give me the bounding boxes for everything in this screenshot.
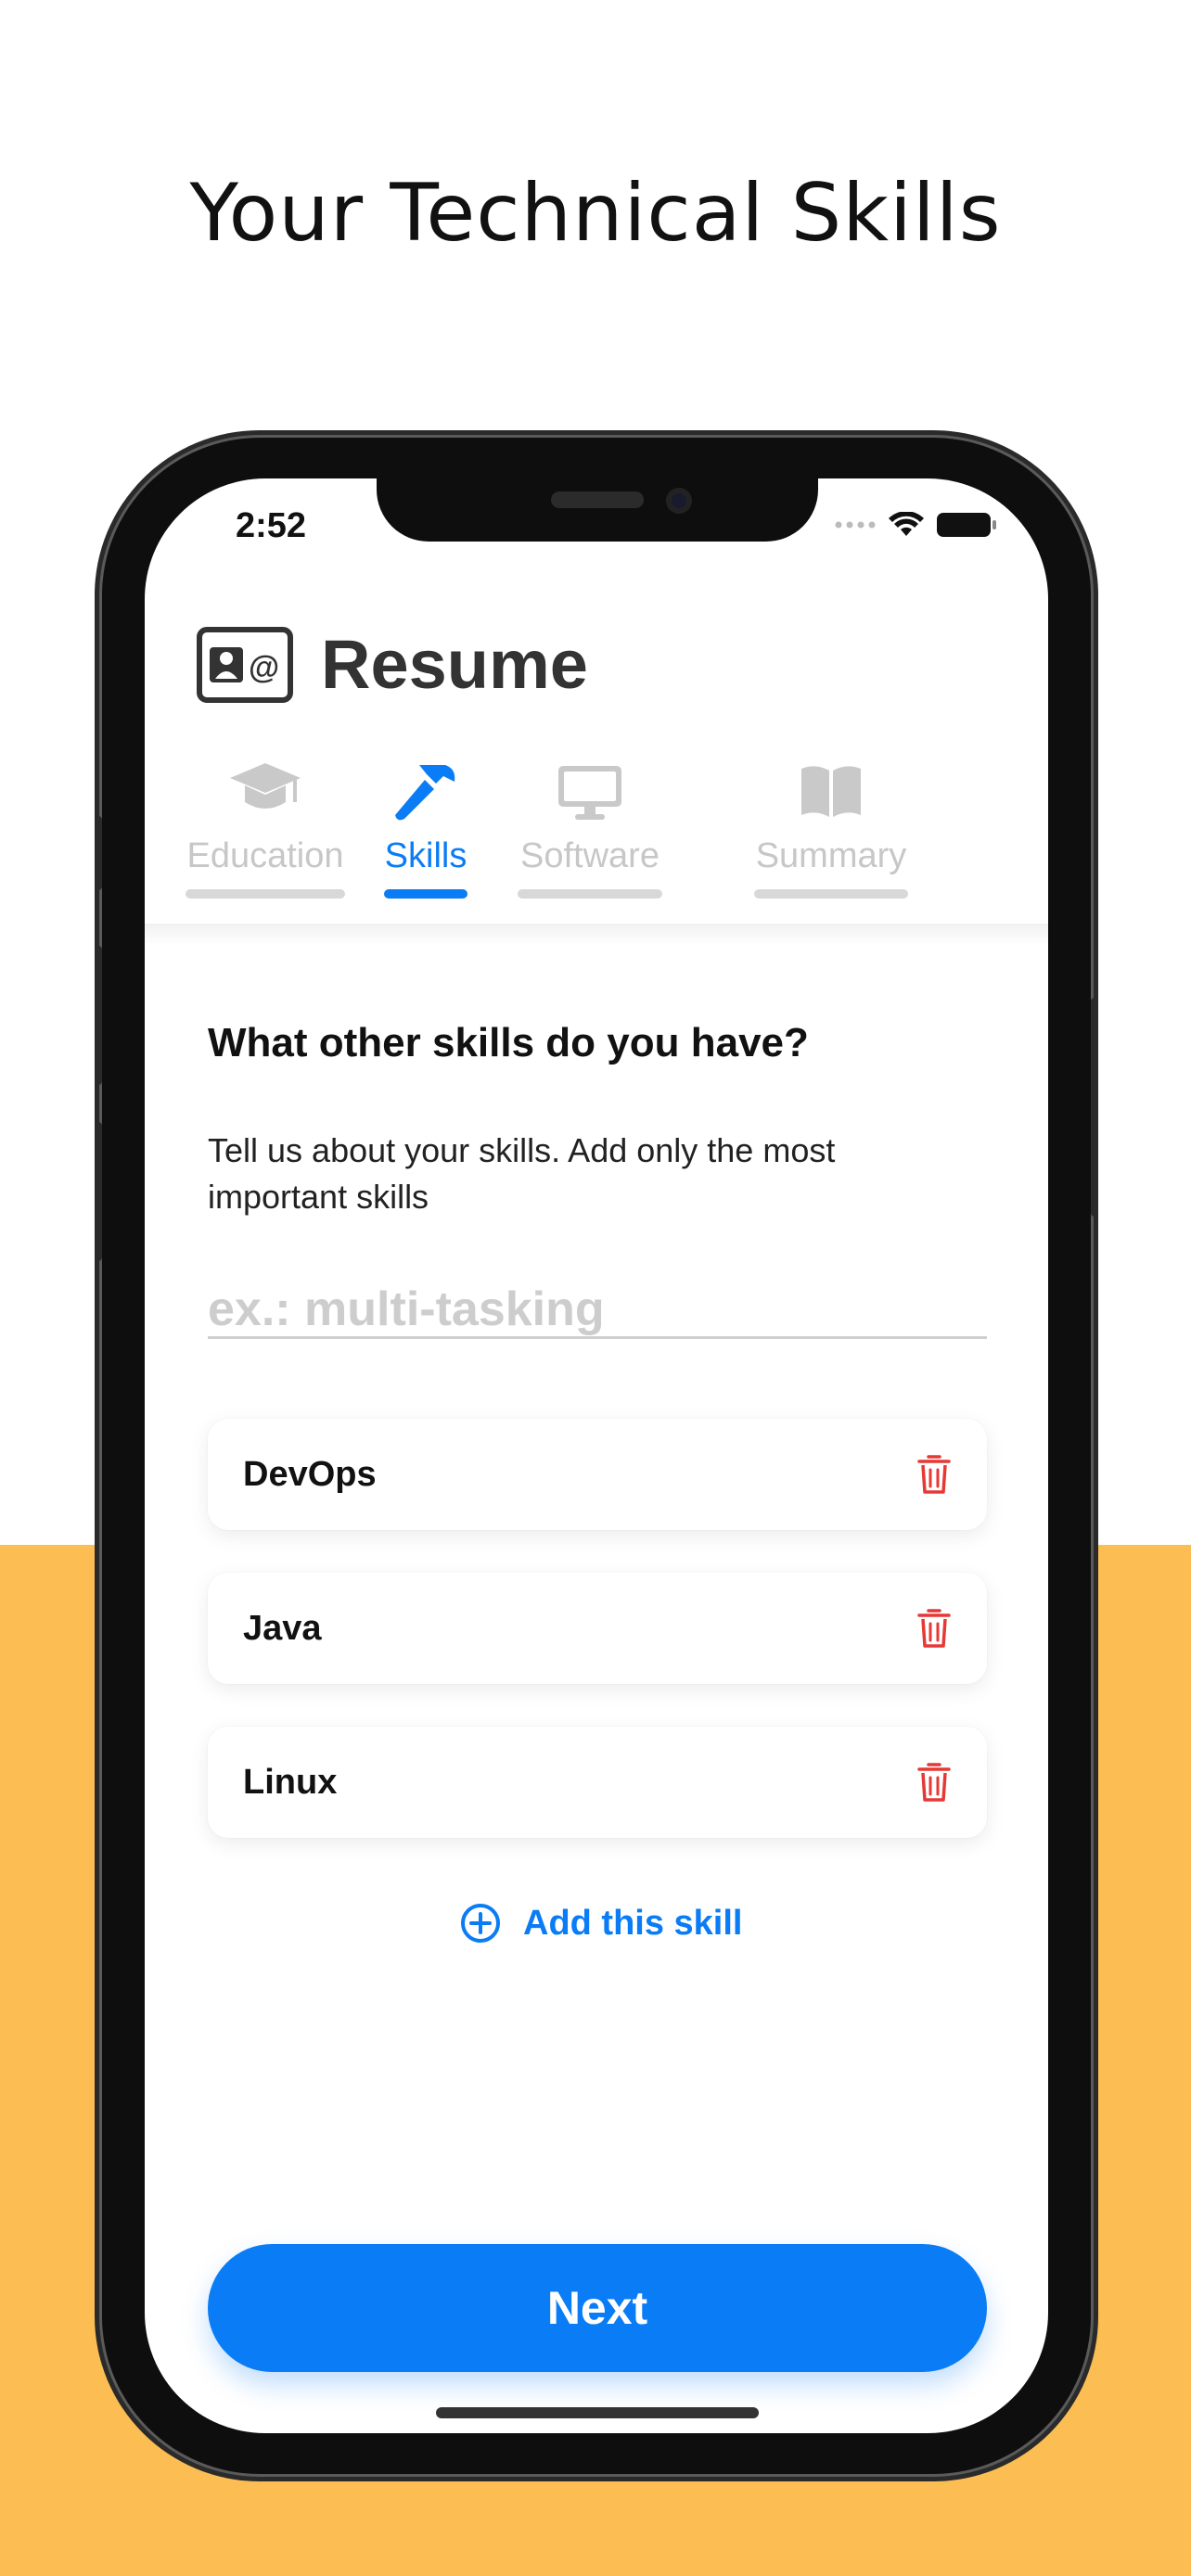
plus-circle-icon bbox=[461, 1904, 500, 1943]
contact-card-icon: @ bbox=[197, 626, 293, 703]
volume-down-button bbox=[95, 1122, 102, 1261]
speaker bbox=[551, 491, 644, 508]
signal-icon bbox=[835, 521, 876, 529]
hammer-icon bbox=[395, 765, 455, 821]
skills-question: What other skills do you have? bbox=[208, 1020, 809, 1065]
power-button bbox=[1091, 998, 1098, 1217]
skill-name: Linux bbox=[243, 1762, 338, 1802]
section-tabs: Education Skills Software Summary bbox=[145, 755, 1048, 899]
tab-skills[interactable]: Skills bbox=[356, 755, 495, 899]
tab-label: Software bbox=[520, 836, 660, 875]
skills-description: Tell us about your skills. Add only the … bbox=[208, 1131, 836, 1216]
book-icon bbox=[801, 766, 861, 817]
marketing-headline: Your Technical Skills bbox=[189, 167, 1002, 260]
status-icons bbox=[835, 512, 996, 538]
skill-list: DevOps Java Linux bbox=[208, 1419, 987, 1881]
status-time: 2:52 bbox=[236, 506, 307, 545]
skill-input[interactable] bbox=[208, 1282, 987, 1339]
trash-icon[interactable] bbox=[916, 1607, 952, 1650]
app-header: @ Resume bbox=[197, 625, 588, 704]
tab-indicator bbox=[754, 889, 908, 899]
tab-label: Summary bbox=[755, 836, 907, 875]
mute-switch bbox=[95, 816, 102, 890]
svg-text:@: @ bbox=[249, 650, 279, 685]
tab-indicator bbox=[384, 889, 467, 899]
add-skill-label: Add this skill bbox=[523, 1903, 743, 1943]
volume-up-button bbox=[95, 946, 102, 1085]
phone-screen: 2:52 @ Resume Education Skills Software … bbox=[145, 478, 1048, 2433]
battery-icon bbox=[937, 513, 996, 537]
tab-summary[interactable]: Summary bbox=[748, 755, 915, 899]
next-button[interactable]: Next bbox=[208, 2244, 987, 2372]
tabs-divider bbox=[145, 924, 1048, 946]
skill-name: Java bbox=[243, 1608, 322, 1648]
trash-icon[interactable] bbox=[916, 1453, 952, 1496]
skill-item: DevOps bbox=[208, 1419, 987, 1530]
tab-indicator bbox=[518, 889, 662, 899]
tab-education[interactable]: Education bbox=[182, 755, 349, 899]
skill-item: Linux bbox=[208, 1727, 987, 1838]
notch bbox=[377, 478, 818, 542]
trash-icon[interactable] bbox=[916, 1761, 952, 1804]
skill-name: DevOps bbox=[243, 1454, 377, 1494]
camera bbox=[666, 488, 692, 514]
tab-software[interactable]: Software bbox=[516, 755, 664, 899]
tab-label: Education bbox=[186, 836, 344, 875]
add-skill-button[interactable]: Add this skill bbox=[460, 1903, 742, 1944]
graduation-cap-icon bbox=[230, 763, 301, 809]
app-title: Resume bbox=[321, 626, 588, 703]
wifi-icon bbox=[889, 512, 924, 536]
home-indicator bbox=[436, 2407, 759, 2418]
skill-item: Java bbox=[208, 1573, 987, 1684]
tab-indicator bbox=[186, 889, 345, 899]
desktop-icon bbox=[558, 766, 621, 820]
tab-label: Skills bbox=[384, 836, 467, 875]
